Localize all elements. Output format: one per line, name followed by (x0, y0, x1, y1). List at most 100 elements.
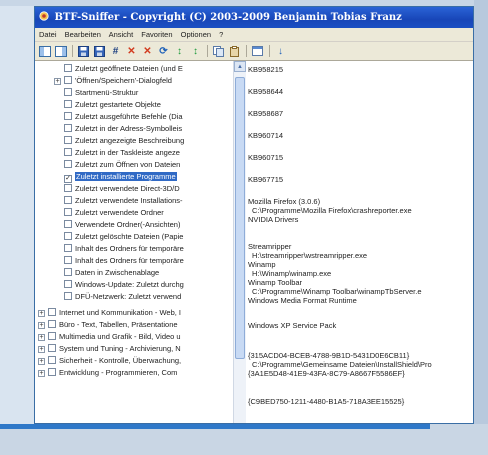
tree-item[interactable]: + Entwicklung - Programmieren, Com (38, 367, 177, 378)
tree-item-label: Zuletzt verwendete Ordner (75, 208, 164, 217)
checkbox[interactable] (64, 76, 72, 84)
menu-help[interactable]: ? (219, 30, 223, 39)
tree-scrollbar[interactable]: ▲ (233, 61, 246, 423)
expand-icon[interactable]: + (38, 346, 45, 353)
checkbox[interactable] (64, 100, 72, 108)
tree-item[interactable]: + 'Öffnen/Speichern'-Dialogfeld (54, 75, 172, 86)
expand-icon[interactable]: + (38, 358, 45, 365)
tree-item[interactable]: Zuletzt gestartete Objekte (64, 99, 161, 110)
tree-item[interactable]: Inhalt des Ordners für temporäre (64, 255, 184, 266)
detail-line: KB960715 (248, 153, 284, 162)
refresh-icon[interactable]: ⟳ (156, 44, 171, 58)
tree-item[interactable]: + Multimedia und Grafik - Bild, Video u (38, 331, 181, 342)
tree-item[interactable]: Zuletzt verwendete Installations- (64, 195, 183, 206)
tree-item-label: System und Tuning - Archivierung, N (59, 344, 181, 353)
checkbox[interactable] (48, 368, 56, 376)
sort-asc-icon[interactable]: ↕ (172, 44, 187, 58)
scroll-up-icon[interactable]: ▲ (234, 61, 246, 72)
window-title: BTF-Sniffer - Copyright (C) 2003-2009 Be… (54, 12, 402, 23)
tree-item[interactable]: Inhalt des Ordners für temporäre (64, 243, 184, 254)
sort-desc-icon[interactable]: ↕ (188, 44, 203, 58)
menu-bar: Datei Bearbeiten Ansicht Favoriten Optio… (35, 28, 473, 42)
tree-item[interactable]: Zuletzt gelöschte Dateien (Papie (64, 231, 183, 242)
tree-item-label: DFÜ-Netzwerk: Zuletzt verwend (75, 292, 182, 301)
tree-item[interactable]: Startmenü-Struktur (64, 87, 138, 98)
down-arrow-icon[interactable]: ↓ (273, 44, 288, 58)
checkbox[interactable] (64, 184, 72, 192)
detail-line: {3A1E5D48-41E9-43FA-8C79-A8667F5586EF} (248, 369, 405, 378)
tree-item-label: Büro - Text, Tabellen, Präsentatione (59, 320, 178, 329)
tree-item[interactable]: Windows-Update: Zuletzt durchg (64, 279, 184, 290)
scrollbar-thumb[interactable] (235, 77, 245, 359)
toolbar: # ✕ ✕ ⟳ ↕ ↕ ↓ (35, 42, 473, 61)
checkbox[interactable] (64, 208, 72, 216)
tree-item-label: Zuletzt in der Adress-Symbolleis (75, 124, 183, 133)
tree-item[interactable]: DFÜ-Netzwerk: Zuletzt verwend (64, 291, 181, 302)
details-panel: KB958215 KB958644 KB958687 KB960714 KB960715… (248, 61, 473, 423)
checkbox[interactable] (64, 160, 72, 168)
menu-datei[interactable]: Datei (39, 30, 57, 39)
checkbox[interactable] (64, 148, 72, 156)
expand-icon[interactable]: + (38, 370, 45, 377)
paste-icon[interactable] (227, 44, 242, 58)
checkbox[interactable] (64, 88, 72, 96)
tree-item[interactable]: Zuletzt in der Adress-Symbolleis (64, 123, 182, 134)
tree-item[interactable]: Zuletzt verwendete Ordner (64, 207, 164, 218)
menu-optionen[interactable]: Optionen (181, 30, 211, 39)
checkbox[interactable] (64, 112, 72, 120)
menu-ansicht[interactable]: Ansicht (109, 30, 134, 39)
checkbox[interactable]: ✓ (64, 175, 72, 183)
expand-icon[interactable]: + (38, 322, 45, 329)
checkbox[interactable] (64, 268, 72, 276)
panel-right-icon[interactable] (53, 44, 68, 58)
menu-favoriten[interactable]: Favoriten (141, 30, 172, 39)
checkbox[interactable] (64, 196, 72, 204)
expand-icon[interactable]: + (54, 78, 61, 85)
checkbox[interactable] (64, 220, 72, 228)
copy-icon[interactable] (211, 44, 226, 58)
title-bar[interactable]: BTF-Sniffer - Copyright (C) 2003-2009 Be… (35, 7, 473, 28)
tree-item[interactable]: + Büro - Text, Tabellen, Präsentatione (38, 319, 178, 330)
tree-item[interactable]: ✓ Zuletzt installierte Programme (64, 171, 177, 183)
tree-item[interactable]: Zuletzt in der Taskleiste angeze (64, 147, 180, 158)
delete-selected-icon[interactable]: ✕ (124, 44, 139, 58)
tree-item[interactable]: + System und Tuning - Archivierung, N (38, 343, 181, 354)
tree-item[interactable]: Zuletzt verwendete Direct-3D/D (64, 183, 180, 194)
tree-item[interactable]: Zuletzt ausgeführte Befehle (Dia (64, 111, 183, 122)
checkbox[interactable] (64, 244, 72, 252)
checkbox[interactable] (64, 64, 72, 72)
checkbox[interactable] (64, 232, 72, 240)
checkbox[interactable] (64, 256, 72, 264)
detail-line: {C9BED750-1211-4480-B1A5-718A3EE15525} (248, 397, 405, 406)
tree-item[interactable]: Zuletzt geöffnete Dateien (und E (64, 63, 183, 74)
checkbox[interactable] (64, 136, 72, 144)
checkbox[interactable] (64, 124, 72, 132)
checkbox[interactable] (48, 332, 56, 340)
delete-all-icon[interactable]: ✕ (140, 44, 155, 58)
checkbox[interactable] (48, 308, 56, 316)
detail-line: KB958687 (248, 109, 284, 118)
detail-line: KB958215 (248, 65, 284, 74)
tree-item[interactable]: Zuletzt angezeigte Beschreibung (64, 135, 184, 146)
tree-item[interactable]: + Sicherheit - Kontrolle, Überwachung, (38, 355, 181, 366)
find-icon[interactable]: # (108, 44, 123, 58)
menu-bearbeiten[interactable]: Bearbeiten (65, 30, 101, 39)
checkbox[interactable] (48, 344, 56, 352)
checkbox[interactable] (64, 292, 72, 300)
tree-item-label: Zuletzt gelöschte Dateien (Papie (75, 232, 184, 241)
checkbox[interactable] (64, 280, 72, 288)
checkbox[interactable] (48, 320, 56, 328)
checkbox[interactable] (48, 356, 56, 364)
tree-item[interactable]: Daten in Zwischenablage (64, 267, 159, 278)
save-all-icon[interactable] (92, 44, 107, 58)
panel-left-icon[interactable] (37, 44, 52, 58)
expand-icon[interactable]: + (38, 310, 45, 317)
window-icon[interactable] (250, 44, 265, 58)
expand-icon[interactable]: + (38, 334, 45, 341)
save-icon[interactable] (76, 44, 91, 58)
tree-item[interactable]: Verwendete Ordner(-Ansichten) (64, 219, 180, 230)
tree-item[interactable]: Zuletzt zum Öffnen von Dateien (64, 159, 180, 170)
tree-item[interactable]: + Internet und Kommunikation - Web, I (38, 307, 181, 318)
tree-item-label: Inhalt des Ordners für temporäre (75, 244, 184, 253)
detail-line: Windows XP Service Pack (248, 321, 337, 330)
